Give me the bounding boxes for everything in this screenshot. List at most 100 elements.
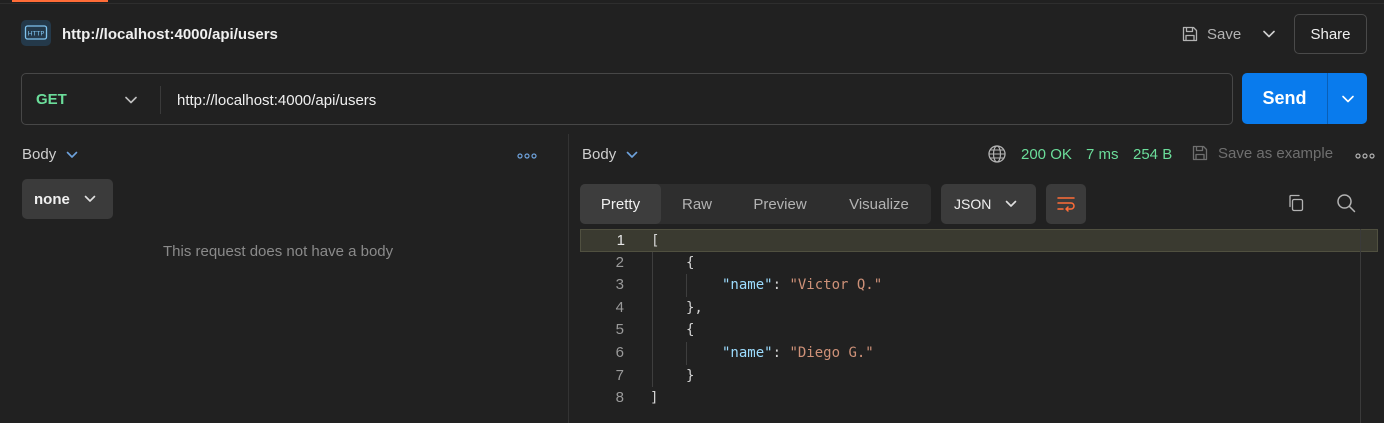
response-code-editor[interactable]: 1[2{3 "name": "Victor Q." 4}, 5{6 "name": "D… <box>580 229 1378 423</box>
send-options-dropdown[interactable] <box>1327 73 1367 124</box>
indent-guide <box>652 364 653 388</box>
http-icon: HTTP <box>24 25 48 40</box>
json-punctuation: [ <box>651 233 660 249</box>
tab-visualize[interactable]: Visualize <box>827 184 931 224</box>
chevron-down-icon <box>66 151 78 158</box>
url-input[interactable] <box>177 89 1217 111</box>
response-time[interactable]: 7 ms <box>1086 146 1119 163</box>
format-select[interactable]: JSON <box>941 184 1036 224</box>
json-key: "name" <box>722 277 773 294</box>
code-text: { <box>686 319 694 342</box>
save-icon <box>1182 26 1198 42</box>
empty-body-message: This request does not have a body <box>163 243 394 260</box>
wrap-icon <box>1057 197 1075 212</box>
share-button[interactable]: Share <box>1294 14 1367 54</box>
chevron-down-icon <box>1263 30 1275 38</box>
code-text: [ <box>651 230 659 253</box>
code-line[interactable]: 4}, <box>580 296 1378 320</box>
code-line[interactable]: 7} <box>580 364 1378 388</box>
save-as-example-button[interactable]: Save as example <box>1191 144 1333 162</box>
line-number: 2 <box>615 253 624 271</box>
indent-guide <box>652 296 653 320</box>
line-number: 8 <box>615 389 624 407</box>
response-view-tabs: Pretty Raw Preview Visualize <box>580 184 931 224</box>
body-type-select[interactable]: none <box>22 179 113 219</box>
indent-guide <box>652 251 653 275</box>
code-text: ] <box>650 387 658 410</box>
response-body-label: Body <box>582 146 617 163</box>
tab-preview[interactable]: Preview <box>733 184 827 224</box>
response-size[interactable]: 254 B <box>1133 146 1172 163</box>
json-punctuation: : <box>772 344 790 361</box>
active-tab-indicator <box>12 0 108 2</box>
line-number: 4 <box>615 298 624 316</box>
tab-raw[interactable]: Raw <box>661 184 733 224</box>
code-line[interactable]: 8] <box>580 387 1378 410</box>
code-line[interactable]: 3 "name": "Victor Q." <box>580 274 1378 297</box>
code-text: { <box>686 252 694 275</box>
code-text: "name": "Diego G." <box>722 342 874 365</box>
method-select[interactable]: GET <box>36 91 67 108</box>
code-text: "name": "Victor Q." <box>722 274 882 297</box>
request-body-label: Body <box>22 146 57 163</box>
pane-resize-handle[interactable] <box>568 134 569 423</box>
globe-icon[interactable] <box>987 144 1007 167</box>
wrap-lines-button[interactable] <box>1046 184 1086 224</box>
url-bar: GET <box>21 73 1233 125</box>
line-number: 7 <box>615 366 624 384</box>
more-options-icon[interactable] <box>1355 147 1375 163</box>
divider <box>160 86 161 114</box>
chevron-down-icon <box>125 96 137 104</box>
response-body-tab[interactable]: Body <box>582 146 638 163</box>
line-number: 6 <box>615 343 624 361</box>
format-value: JSON <box>954 196 992 212</box>
request-title[interactable]: http://localhost:4000/api/users <box>62 26 278 43</box>
send-button[interactable]: Send <box>1242 73 1327 124</box>
save-icon <box>1192 145 1208 161</box>
line-number: 1 <box>616 232 625 249</box>
indent-guide <box>652 341 653 365</box>
code-line[interactable]: 5{ <box>580 319 1378 342</box>
indent-guide <box>686 274 687 297</box>
json-string: "Diego G." <box>789 344 874 361</box>
more-options-icon[interactable] <box>517 147 537 163</box>
code-text: } <box>686 365 694 388</box>
copy-icon[interactable] <box>1286 193 1306 216</box>
method-dropdown[interactable] <box>124 92 138 108</box>
save-options-dropdown[interactable] <box>1258 24 1280 44</box>
request-body-tab[interactable]: Body <box>22 146 78 163</box>
body-type-value: none <box>34 190 70 208</box>
json-punctuation: ] <box>650 390 659 407</box>
json-key: "name" <box>722 344 773 361</box>
search-icon[interactable] <box>1336 193 1356 216</box>
svg-text:HTTP: HTTP <box>28 30 45 38</box>
json-punctuation: { <box>686 254 695 271</box>
code-line[interactable]: 2{ <box>580 251 1378 275</box>
json-string: "Victor Q." <box>789 277 883 294</box>
json-punctuation: { <box>686 322 695 339</box>
indent-guide <box>686 341 687 365</box>
save-as-example-label: Save as example <box>1218 144 1334 162</box>
chevron-down-icon <box>626 151 638 158</box>
code-text: }, <box>686 297 703 320</box>
line-number: 5 <box>615 321 624 339</box>
code-line[interactable]: 6 "name": "Diego G." <box>580 341 1378 365</box>
http-request-icon: HTTP <box>21 20 51 46</box>
code-line[interactable]: 1[ <box>580 229 1378 252</box>
json-punctuation: : <box>772 277 790 294</box>
indent-guide <box>652 274 653 297</box>
chevron-down-icon <box>84 195 96 202</box>
chevron-down-icon <box>1341 95 1354 102</box>
status-code[interactable]: 200 OK <box>1021 146 1072 163</box>
line-number: 3 <box>615 276 624 294</box>
save-button[interactable]: Save <box>1181 22 1241 46</box>
editor-scrollbar[interactable] <box>1360 229 1361 423</box>
tab-pretty[interactable]: Pretty <box>580 184 661 224</box>
chevron-down-icon <box>1006 200 1017 207</box>
save-label: Save <box>1207 25 1242 43</box>
top-tab-strip <box>0 0 1384 4</box>
json-punctuation: }, <box>686 299 703 316</box>
json-punctuation: } <box>686 367 695 384</box>
indent-guide <box>652 319 653 342</box>
request-header: HTTP http://localhost:4000/api/users Sav… <box>0 14 1384 54</box>
